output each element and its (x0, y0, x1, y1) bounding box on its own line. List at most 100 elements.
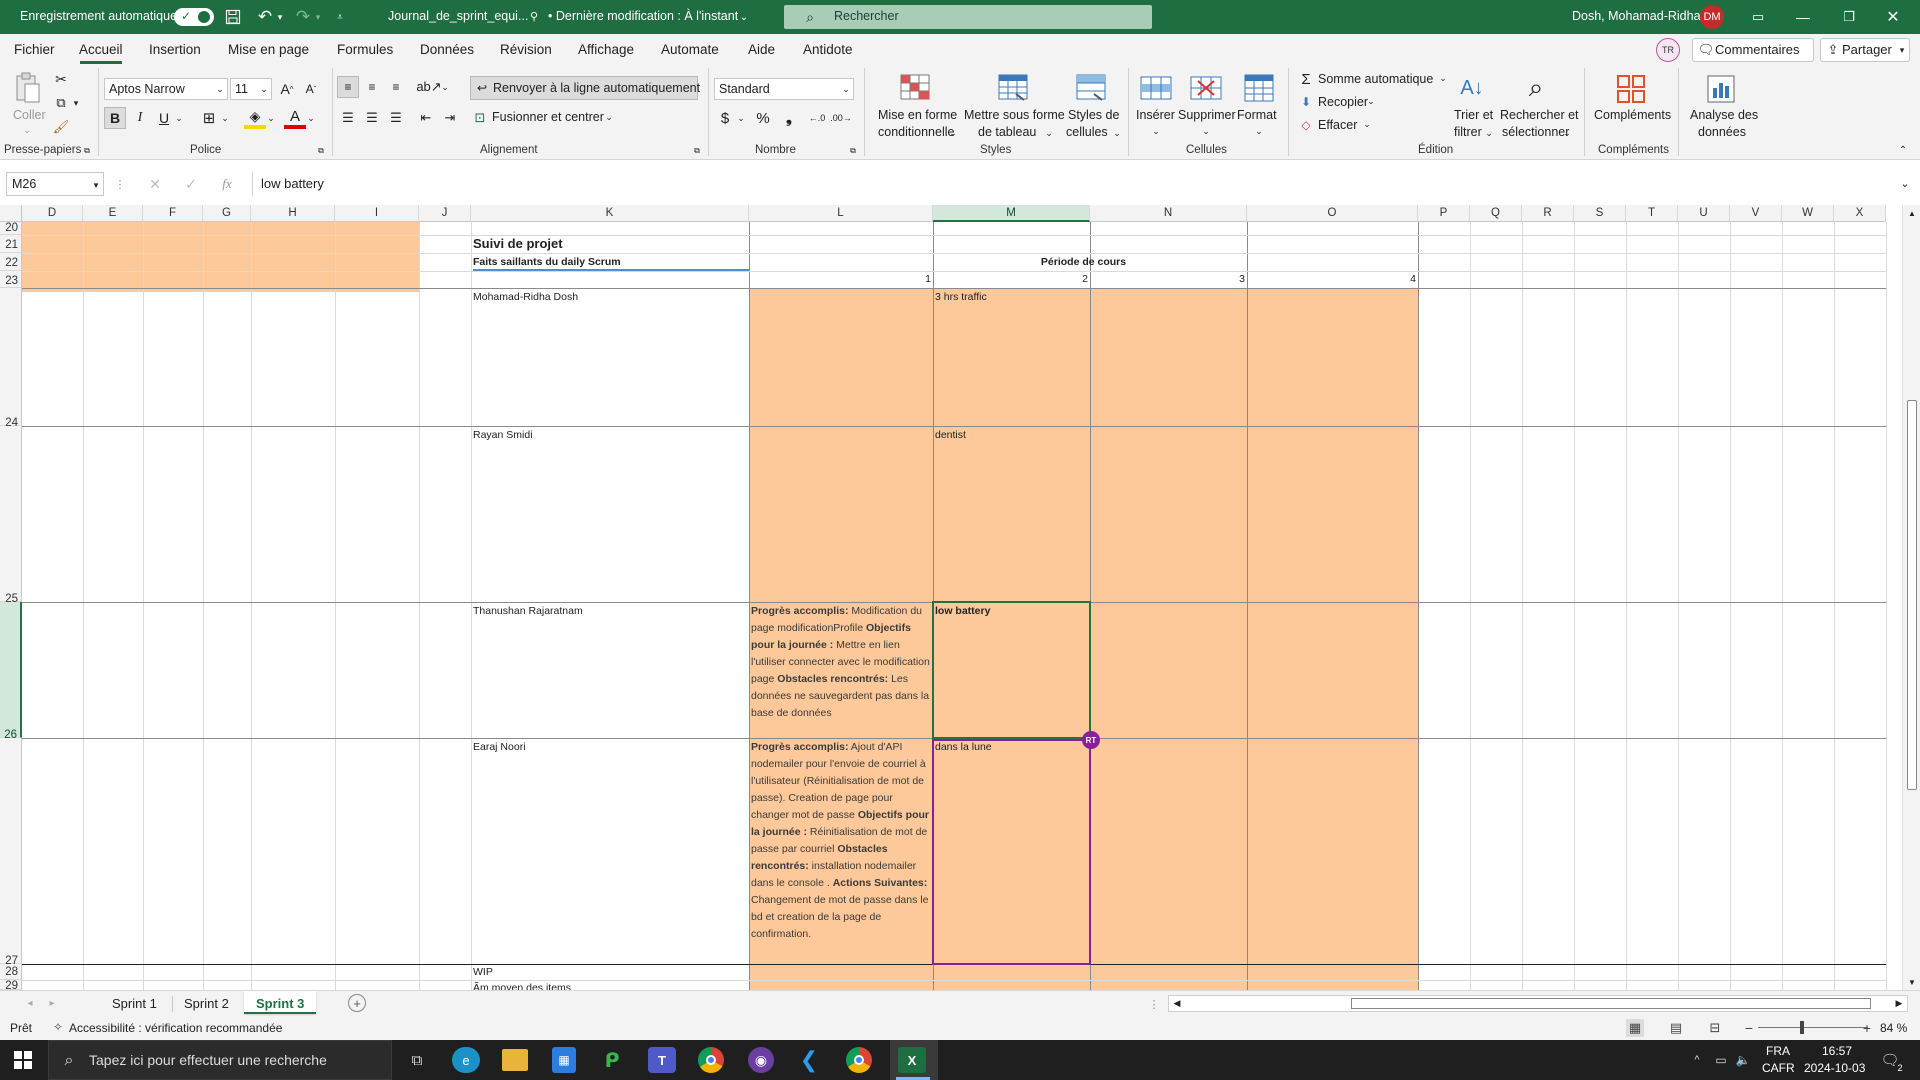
dialog-launcher-icon[interactable]: ⧉ (848, 146, 858, 156)
excel-icon[interactable]: X (898, 1047, 926, 1073)
format-as-table-button[interactable]: Mettre sous forme de tableau ⌄ (962, 68, 1065, 142)
align-right-icon[interactable]: ☰ (385, 107, 407, 129)
restore-icon[interactable]: ❐ (1838, 6, 1860, 28)
copy-icon[interactable]: ⧉ (52, 94, 70, 112)
col-header-h[interactable]: H (251, 205, 335, 222)
collapse-ribbon-icon[interactable]: ⌃ (1896, 144, 1910, 156)
file-explorer-icon[interactable] (502, 1049, 528, 1071)
row-header-21[interactable]: 21 (0, 235, 22, 253)
autosum-button[interactable]: Σ Somme automatique ⌄ (1296, 69, 1448, 89)
col-header-u[interactable]: U (1678, 205, 1730, 222)
network-icon[interactable]: ▭ (1712, 1050, 1730, 1070)
page-layout-icon[interactable]: ▤ (1667, 1019, 1685, 1037)
normal-view-icon[interactable]: ▦ (1626, 1019, 1644, 1037)
addins-button[interactable]: Compléments (1592, 68, 1672, 142)
conditional-formatting-button[interactable]: Mise en forme conditionnelle ⌄ (872, 68, 958, 142)
underline-icon[interactable]: U (154, 107, 174, 129)
row-header-24[interactable]: 24 (0, 288, 22, 429)
col-header-l[interactable]: L (749, 205, 933, 222)
font-size-select[interactable]: 11 ⌄ (230, 78, 272, 100)
drag-handle-icon[interactable]: ⋮ (115, 176, 126, 192)
chevron-down-icon[interactable]: ⌄ (440, 80, 450, 94)
paste-button[interactable]: Coller ⌄ (8, 68, 48, 142)
layout-indicator[interactable]: CAFR (1762, 1061, 1795, 1075)
clock-date[interactable]: 2024-10-03 (1804, 1061, 1865, 1075)
horizontal-scroll-thumb[interactable] (1351, 998, 1871, 1009)
close-icon[interactable]: ✕ (1882, 6, 1904, 28)
orientation-icon[interactable]: ab↗ (416, 76, 441, 98)
period-number[interactable]: 3 (1090, 271, 1245, 288)
analyze-data-button[interactable]: Analyse des données (1686, 68, 1758, 142)
vscode-icon[interactable]: ❮ (796, 1047, 822, 1073)
tab-affichage[interactable]: Affichage (578, 42, 634, 57)
shrink-font-icon[interactable]: Aˇ (300, 78, 322, 100)
col-header-j[interactable]: J (419, 205, 471, 222)
clock-time[interactable]: 16:57 (1822, 1044, 1852, 1058)
add-sheet-icon[interactable]: + (348, 994, 366, 1012)
align-top-icon[interactable]: ≡ (337, 76, 359, 98)
chevron-down-icon[interactable]: ▾ (71, 96, 81, 110)
name-box[interactable]: M26 ▾ (6, 172, 104, 196)
chrome-icon[interactable] (846, 1047, 872, 1073)
format-painter-icon[interactable]: 🖌 (52, 118, 70, 136)
zoom-level[interactable]: 84 % (1880, 1021, 1907, 1035)
col-header-r[interactable]: R (1522, 205, 1574, 222)
tab-revision[interactable]: Révision (500, 42, 552, 57)
row-header-29[interactable]: 29 (0, 980, 22, 990)
chevron-down-icon[interactable]: ⌄ (220, 111, 230, 125)
tab-fichier[interactable]: Fichier (14, 42, 55, 57)
accessibility-status[interactable]: Accessibilité : vérification recommandée (69, 1021, 282, 1035)
dialog-launcher-icon[interactable]: ⧉ (82, 146, 92, 156)
chevron-down-icon[interactable]: ⌄ (174, 111, 184, 125)
col-header-p[interactable]: P (1418, 205, 1470, 222)
spreadsheet-grid[interactable]: D E F G H I J K L M N O P Q R S T U V W … (0, 205, 1920, 990)
app-green-icon[interactable]: ᑭ (600, 1047, 624, 1073)
grow-font-icon[interactable]: A ^ (276, 78, 298, 100)
github-icon[interactable]: ◉ (748, 1047, 774, 1073)
file-name[interactable]: Journal_de_sprint_equi... (388, 9, 528, 23)
sheet-tab-sprint-2[interactable]: Sprint 2 (184, 996, 229, 1011)
decrease-decimal-icon[interactable]: .00→ (830, 107, 852, 129)
sort-filter-button[interactable]: A↓ Trier et filtrer ⌄ (1448, 68, 1496, 142)
wrap-text-button[interactable]: ↩ Renvoyer à la ligne automatiquement (470, 76, 700, 100)
collaborator-badge[interactable]: RT (1082, 731, 1100, 749)
presence-avatar[interactable]: TR (1656, 38, 1680, 62)
borders-icon[interactable]: ⊞ (198, 107, 220, 129)
daily-notes-cell[interactable]: Progrès accomplis: Modification du page … (751, 603, 932, 738)
sheet-tab-sprint-3[interactable]: Sprint 3 (244, 991, 316, 1014)
col-header-v[interactable]: V (1730, 205, 1782, 222)
font-color-icon[interactable]: A (284, 107, 306, 129)
cell-styles-button[interactable]: Styles de cellules ⌄ (1062, 68, 1122, 142)
tab-insertion[interactable]: Insertion (149, 42, 201, 57)
row-header-22[interactable]: 22 (0, 253, 22, 271)
font-name-select[interactable]: Aptos Narrow ⌄ (104, 78, 228, 100)
comments-button[interactable]: 🗨 Commentaires (1692, 38, 1814, 62)
col-header-e[interactable]: E (83, 205, 143, 222)
percent-icon[interactable]: % (752, 107, 774, 129)
col-header-n[interactable]: N (1090, 205, 1247, 222)
scroll-right-icon[interactable]: ▶ (1893, 997, 1905, 1010)
merge-center-button[interactable]: ⊡ Fusionner et centrer ⌄ (470, 107, 620, 129)
tab-donnees[interactable]: Données (420, 42, 474, 57)
chevron-down-icon[interactable]: ⌄ (736, 111, 746, 125)
col-header-w[interactable]: W (1782, 205, 1834, 222)
lang-indicator[interactable]: FRA (1766, 1044, 1790, 1058)
taskbar-search[interactable]: ⌕ Tapez ici pour effectuer une recherche (48, 1040, 392, 1080)
format-cells-button[interactable]: Format ⌄ (1236, 68, 1282, 142)
row-header-20[interactable]: 20 (0, 222, 22, 235)
redo-icon[interactable]: ↷ (292, 6, 314, 28)
italic-icon[interactable]: I (130, 107, 150, 129)
search-box[interactable]: ⌕ Rechercher (784, 5, 1152, 29)
row-header-25[interactable]: 25 (0, 426, 22, 605)
autosave-toggle[interactable]: ✓ (174, 8, 214, 26)
zoom-slider[interactable] (1758, 1027, 1868, 1028)
daily-notes-cell[interactable]: Progrès accomplis: Ajout d'API nodemaile… (751, 739, 932, 964)
member-name[interactable]: Rayan Smidi (473, 427, 748, 444)
select-all-corner[interactable] (0, 205, 22, 222)
tab-automate[interactable]: Automate (661, 42, 719, 57)
comma-style-icon[interactable]: ❟ (778, 107, 800, 129)
chevron-down-icon[interactable]: ⌄ (738, 8, 750, 26)
store-icon[interactable]: ▦ (552, 1047, 576, 1073)
scroll-up-icon[interactable]: ▲ (1906, 207, 1918, 219)
user-avatar[interactable]: DM (1700, 5, 1724, 29)
